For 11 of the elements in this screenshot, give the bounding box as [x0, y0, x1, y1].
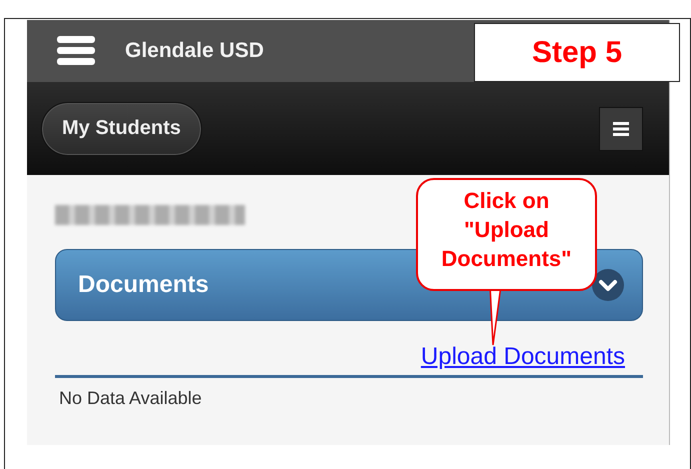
menu-button[interactable]: [599, 106, 643, 150]
callout-bubble: Click on "Upload Documents": [416, 178, 597, 291]
app-title: Glendale USD: [125, 39, 264, 63]
step-label: Step 5: [474, 23, 680, 82]
chevron-down-icon[interactable]: [592, 269, 624, 301]
empty-message: No Data Available: [59, 388, 203, 409]
menu-icon[interactable]: [57, 36, 95, 66]
my-students-button[interactable]: My Students: [41, 102, 202, 156]
section-title: Documents: [78, 271, 209, 299]
upload-documents-link[interactable]: Upload Documents: [420, 343, 625, 371]
menu-icon: [613, 122, 629, 136]
